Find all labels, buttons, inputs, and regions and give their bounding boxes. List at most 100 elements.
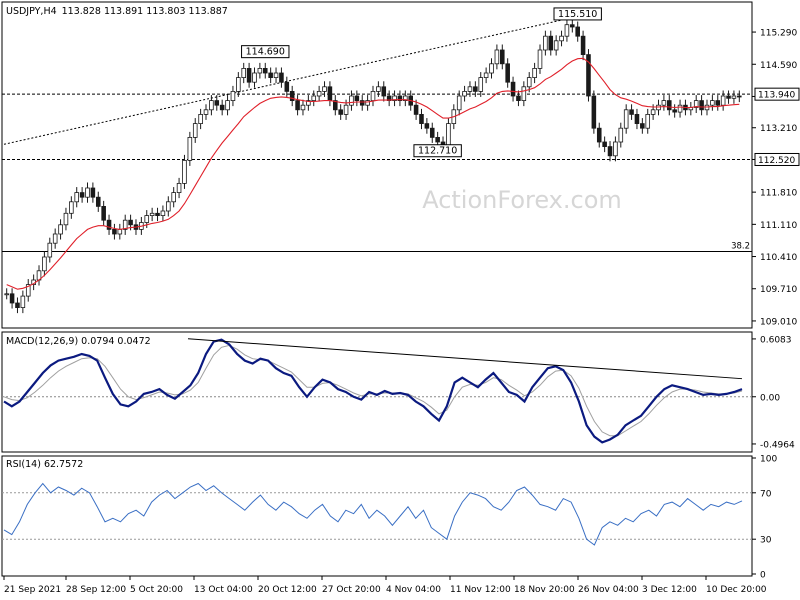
candle-body: [343, 104, 349, 115]
candle-body: [47, 242, 53, 258]
candle-body: [710, 100, 715, 106]
candle-body: [505, 63, 510, 83]
candle-body: [570, 24, 575, 28]
candle-body: [236, 77, 241, 92]
candle-body: [354, 95, 360, 101]
price-tick-label: 110.410: [760, 253, 797, 263]
candle-body: [4, 293, 9, 296]
candle-body: [548, 35, 554, 51]
x-tick-label: 4 Nov 04:00: [386, 585, 441, 595]
candle-body: [526, 77, 532, 88]
candle-body: [252, 72, 257, 83]
price-tick-label: 109.010: [760, 317, 797, 327]
candle-body: [295, 100, 300, 111]
x-tick-label: 20 Oct 12:00: [258, 585, 317, 595]
candle-body: [462, 91, 467, 97]
candle-body: [311, 95, 317, 101]
candle-body: [203, 109, 209, 115]
candle-body: [499, 49, 505, 65]
candle-body: [489, 63, 494, 74]
candle-body: [338, 109, 343, 115]
candle-body: [553, 40, 559, 51]
x-tick-label: 21 Sep 2021: [4, 585, 61, 595]
candle-body: [117, 228, 123, 235]
candle-body: [640, 123, 645, 129]
candle-body: [623, 109, 629, 129]
candle-body: [602, 141, 607, 147]
candle-body: [316, 91, 322, 97]
candle-body: [262, 68, 268, 74]
candle-body: [575, 26, 580, 37]
candle-body: [268, 72, 273, 78]
candle-body: [187, 136, 193, 161]
candle-body: [650, 109, 656, 115]
candle-body: [101, 205, 106, 221]
macd-title: MACD(12,26,9) 0.0794 0.0472: [6, 336, 151, 347]
candle-body: [494, 49, 500, 65]
watermark: ActionForex.com: [422, 186, 622, 214]
candle-body: [419, 114, 424, 125]
candle-body: [160, 210, 166, 216]
candle-body: [516, 95, 521, 101]
candle-body: [273, 72, 279, 78]
candle-body: [666, 100, 672, 111]
candle-body: [176, 182, 182, 193]
candle-body: [645, 114, 651, 129]
macd-tick-label: -0.4964: [760, 440, 795, 450]
candle-body: [182, 159, 187, 184]
x-tick-label: 10 Dec 20:00: [706, 585, 767, 595]
candle-body: [661, 100, 667, 106]
candle-body: [473, 86, 478, 92]
candle-body: [607, 146, 613, 157]
x-tick-label: 18 Nov 20:00: [514, 585, 575, 595]
candle-body: [90, 187, 96, 198]
candle-body: [79, 192, 85, 198]
candle-body: [9, 293, 15, 304]
x-tick-label: 28 Sep 12:00: [66, 585, 126, 595]
candle-body: [69, 201, 74, 214]
candle-body: [225, 100, 230, 111]
x-tick-label: 11 Nov 12:00: [450, 585, 511, 595]
fib-label: 38.2: [731, 241, 750, 251]
candle-body: [381, 86, 387, 97]
candle-body: [376, 86, 381, 92]
candle-body: [300, 104, 306, 111]
candle-body: [580, 35, 586, 56]
candle-body: [279, 72, 284, 83]
candle-body: [241, 68, 247, 79]
candle-body: [20, 295, 26, 309]
candle-body: [15, 302, 20, 308]
candle-body: [456, 95, 462, 111]
price-tick-label: 111.110: [760, 221, 797, 231]
candle-body: [715, 100, 721, 106]
candle-body: [112, 228, 117, 235]
candle-body: [219, 104, 225, 111]
candle-body: [613, 141, 618, 157]
x-tick-label: 5 Oct 20:00: [130, 585, 183, 595]
x-tick-label: 26 Nov 04:00: [578, 585, 639, 595]
candle-body: [591, 95, 597, 129]
candle-body: [149, 212, 155, 217]
candle-body: [85, 187, 90, 198]
price-tick-label: 109.710: [760, 285, 797, 295]
candle-body: [257, 68, 263, 74]
candle-body: [42, 256, 47, 272]
candle-body: [359, 100, 365, 106]
candle-body: [537, 49, 543, 69]
candle-body: [634, 114, 640, 125]
candle-body: [672, 109, 677, 113]
candle-body: [95, 196, 101, 207]
candle-body: [726, 95, 731, 99]
high-label-1: 114.690: [246, 47, 285, 58]
macd-tick-label: 0.00: [760, 393, 780, 403]
candle-body: [543, 35, 548, 51]
candle-body: [429, 127, 435, 138]
candle-body: [720, 95, 726, 106]
candle-body: [209, 100, 214, 111]
high-label-2: 115.510: [558, 9, 597, 20]
candle-body: [322, 86, 327, 92]
level-tag: 113.940: [758, 91, 795, 101]
candle-body: [246, 68, 252, 83]
x-tick-label: 27 Oct 20:00: [322, 585, 381, 595]
candle-body: [144, 215, 150, 223]
